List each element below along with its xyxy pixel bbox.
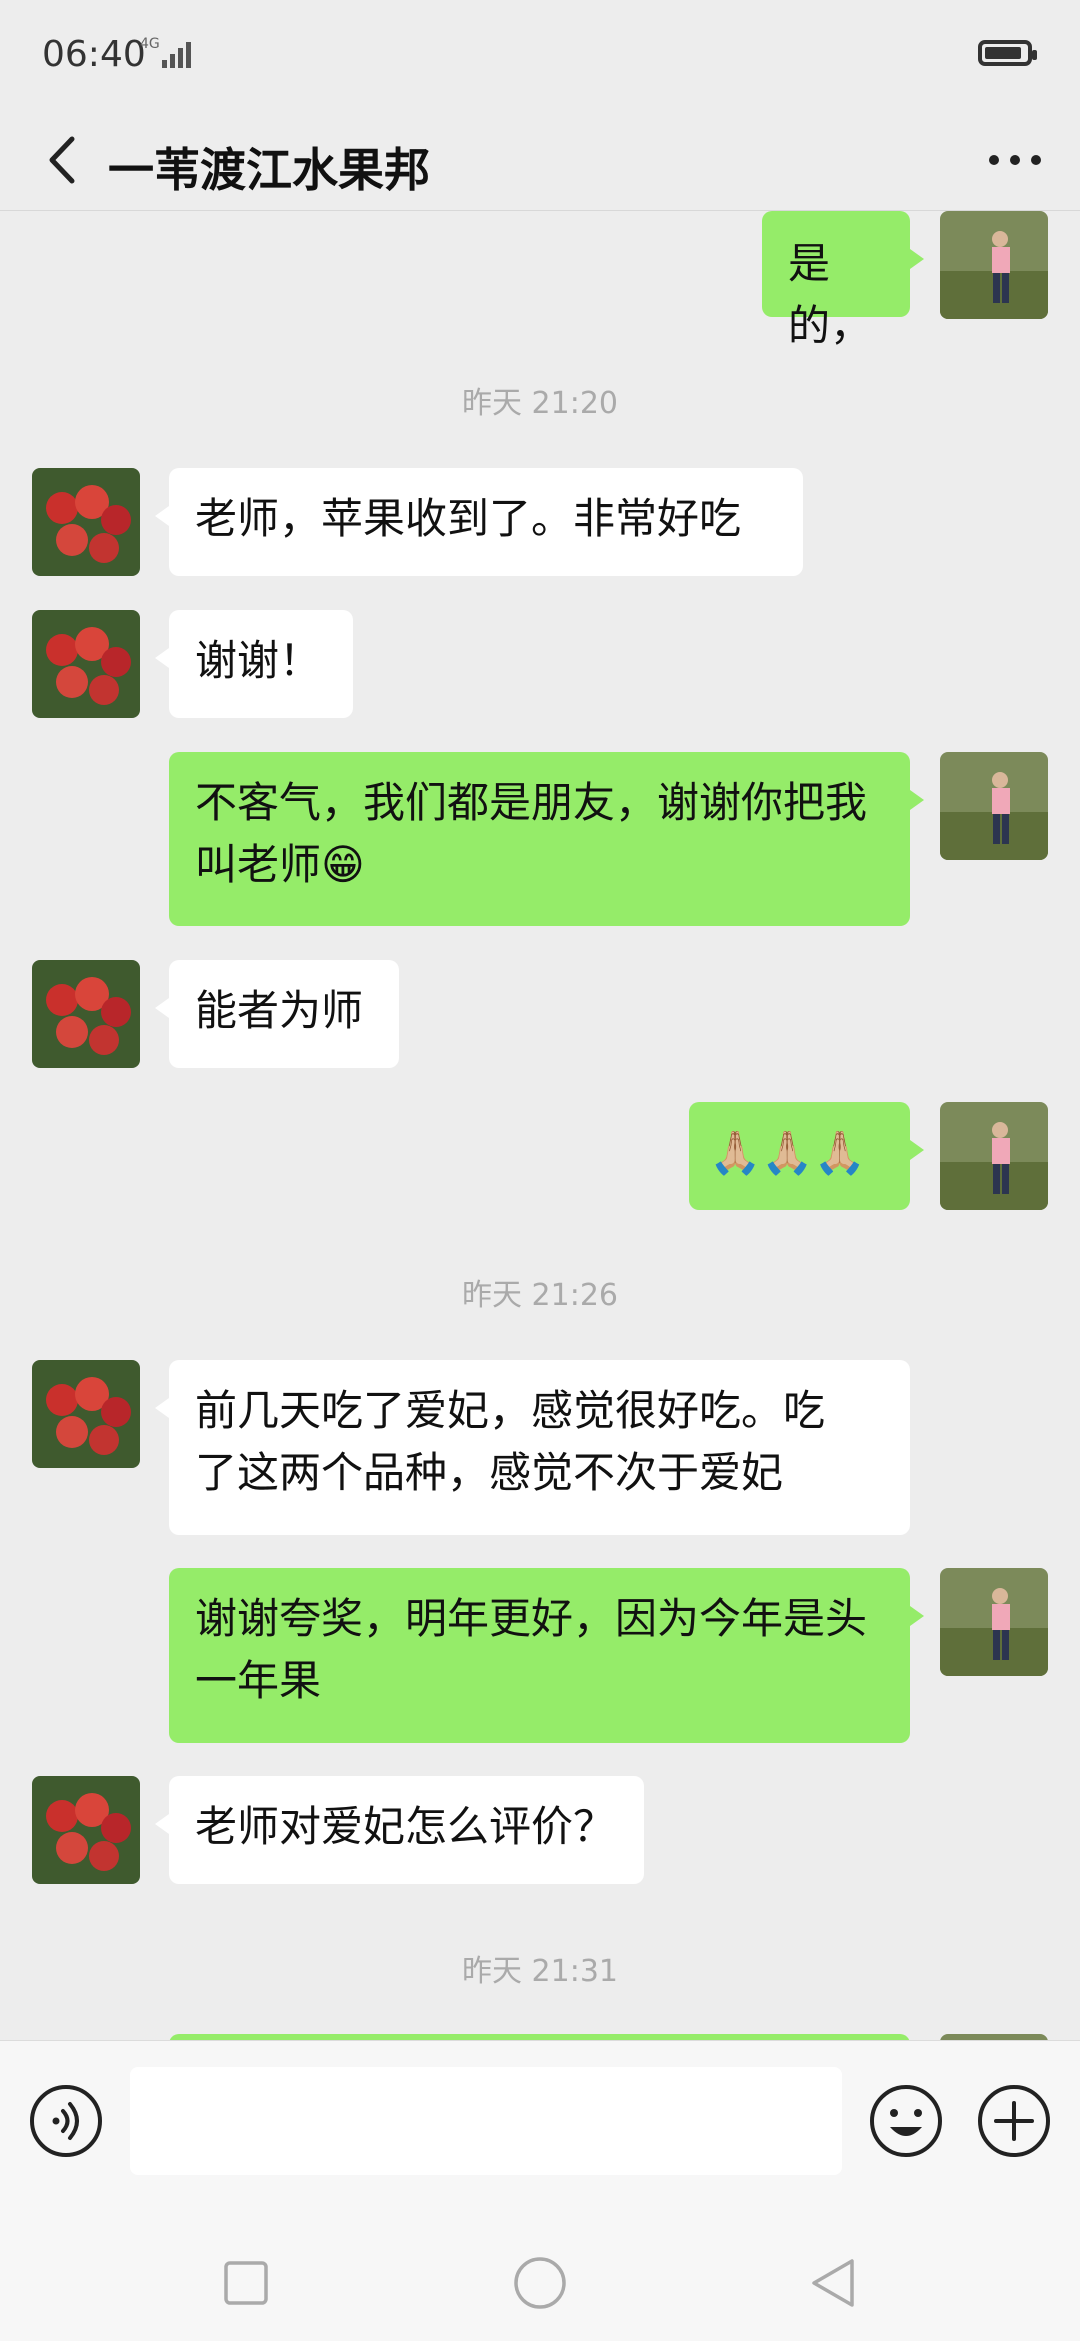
message-bubble-outgoing[interactable]: 🙏🏼🙏🏼🙏🏼 xyxy=(689,1102,924,1210)
message-text: 老师对爱妃怎么评价？ xyxy=(195,1802,616,1851)
status-time: 06:40 xyxy=(42,34,146,75)
message-bubble-incoming[interactable]: 能者为师 xyxy=(155,960,399,1068)
chat-title: 一苇渡江水果邦 xyxy=(108,143,430,197)
battery-icon xyxy=(978,40,1037,66)
recent-apps-icon[interactable] xyxy=(216,2253,276,2313)
my-avatar[interactable] xyxy=(940,1568,1048,1676)
my-avatar[interactable] xyxy=(940,211,1048,319)
message-bubble-incoming[interactable]: 老师，苹果收到了。非常好吃 xyxy=(155,468,803,576)
my-avatar[interactable] xyxy=(940,752,1048,860)
contact-avatar[interactable] xyxy=(32,468,140,576)
message-input[interactable] xyxy=(130,2067,842,2175)
timestamp: 昨天 21:26 xyxy=(462,1278,618,1313)
message-text-line: 一年果 xyxy=(195,1656,322,1705)
message-bubble-outgoing[interactable]: 不客气，我们都是朋友，谢谢你把我 叫老师😁 xyxy=(169,752,924,926)
timestamp: 昨天 21:20 xyxy=(462,386,618,421)
plus-icon[interactable] xyxy=(976,2083,1052,2159)
timestamp: 昨天 21:31 xyxy=(462,1954,618,1989)
message-text: 是的， xyxy=(788,239,873,350)
message-bubble-incoming[interactable]: 前几天吃了爱妃，感觉很好吃。吃 了这两个品种，感觉不次于爱妃 xyxy=(155,1360,910,1535)
status-bar: 06:40 4G xyxy=(0,0,1080,110)
message-text: 老师，苹果收到了。非常好吃 xyxy=(195,494,742,543)
contact-avatar[interactable] xyxy=(32,1776,140,1884)
home-icon[interactable] xyxy=(510,2253,570,2313)
message-text-line: 谢谢夸奖，明年更好，因为今年是头 xyxy=(195,1594,868,1643)
nav-back-icon[interactable] xyxy=(804,2253,864,2313)
message-bubble-incoming[interactable]: 老师对爱妃怎么评价？ xyxy=(155,1776,644,1884)
contact-avatar[interactable] xyxy=(32,1360,140,1468)
message-bubble-outgoing[interactable]: 谢谢夸奖，明年更好，因为今年是头 一年果 xyxy=(169,1568,924,1743)
message-text-line: 不客气，我们都是朋友，谢谢你把我 xyxy=(195,778,868,827)
chat-header: 一苇渡江水果邦 xyxy=(0,110,1080,211)
emoji-icon[interactable] xyxy=(868,2083,944,2159)
message-text-line: 了这两个品种，感觉不次于爱妃 xyxy=(195,1448,784,1497)
voice-icon[interactable] xyxy=(28,2083,104,2159)
message-text: 🙏🏼🙏🏼🙏🏼 xyxy=(709,1128,866,1177)
message-bubble-incoming[interactable]: 谢谢！ xyxy=(155,610,353,718)
message-text: 谢谢！ xyxy=(195,636,322,685)
my-avatar[interactable] xyxy=(940,1102,1048,1210)
message-text-line: 叫老师😁 xyxy=(195,840,365,889)
contact-avatar[interactable] xyxy=(32,960,140,1068)
contact-avatar[interactable] xyxy=(32,610,140,718)
message-text: 能者为师 xyxy=(195,986,364,1035)
network-type: 4G xyxy=(140,36,160,52)
input-bar xyxy=(0,2040,1080,2341)
signal-icon xyxy=(162,42,191,68)
back-arrow-icon[interactable] xyxy=(30,125,100,195)
more-dots-icon[interactable] xyxy=(980,128,1050,192)
message-text-line: 前几天吃了爱妃，感觉很好吃。吃 xyxy=(195,1386,826,1435)
message-bubble-outgoing[interactable]: 是的， xyxy=(762,211,924,350)
system-nav-bar xyxy=(0,2231,1080,2341)
message-list[interactable]: 是的， 昨天 21:20 老师，苹果收到了。非常好吃 谢谢！ 不客气，我们都是朋… xyxy=(0,211,1080,2041)
